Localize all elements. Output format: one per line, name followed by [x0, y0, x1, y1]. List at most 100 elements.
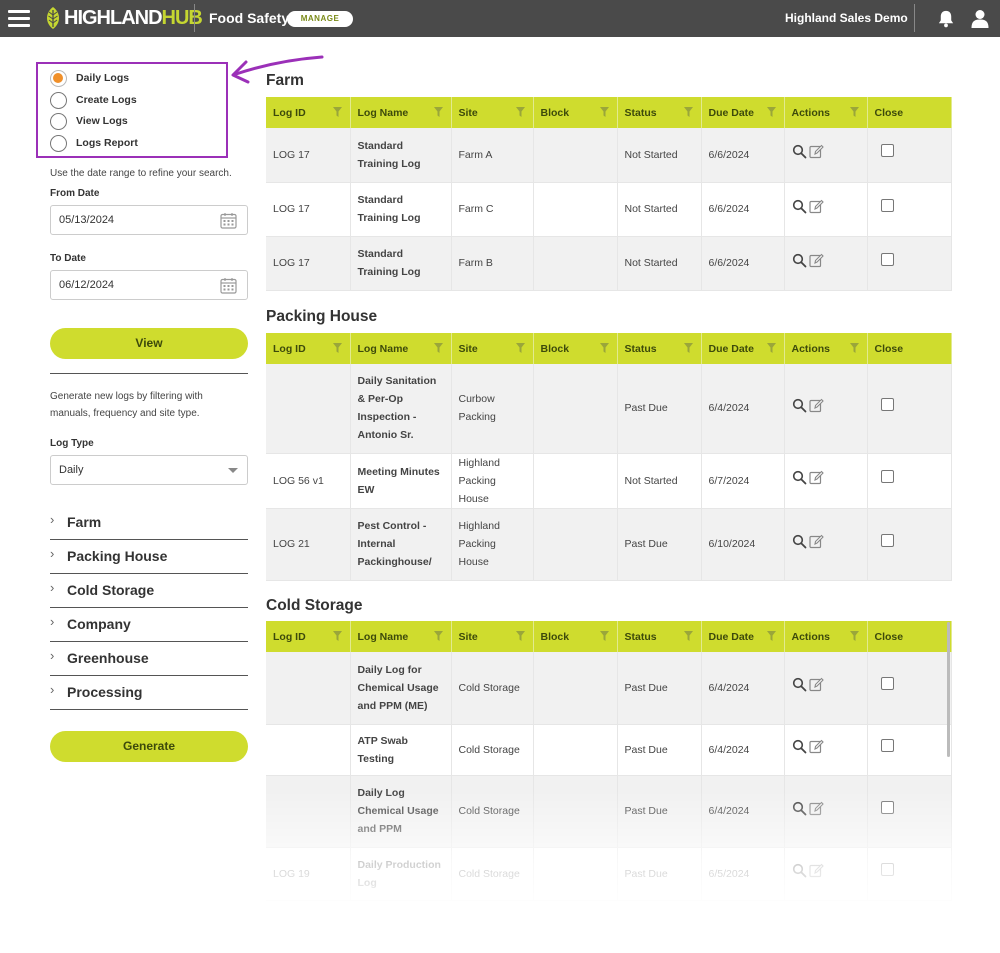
category-cold-storage[interactable]: › Cold Storage [50, 574, 248, 608]
column-header[interactable]: Close [867, 333, 952, 364]
search-icon[interactable] [792, 801, 807, 816]
bell-icon[interactable] [936, 9, 956, 28]
column-header[interactable]: Site [451, 333, 534, 364]
column-header[interactable]: Log Name [350, 97, 452, 128]
from-date-field[interactable]: 05/13/2024 [50, 205, 248, 235]
radio-button[interactable] [50, 134, 67, 152]
filter-icon[interactable] [683, 107, 693, 117]
filter-icon[interactable] [683, 631, 693, 641]
column-header[interactable]: Site [451, 97, 534, 128]
filter-icon[interactable] [515, 107, 525, 117]
column-header[interactable]: Site [451, 621, 534, 652]
filter-icon[interactable] [515, 343, 525, 353]
account-name[interactable]: Highland Sales Demo [785, 11, 908, 25]
close-checkbox[interactable] [880, 739, 894, 753]
search-icon[interactable] [792, 144, 807, 159]
radio-daily-logs[interactable]: Daily Logs [50, 69, 129, 87]
filter-icon[interactable] [433, 107, 443, 117]
search-icon[interactable] [792, 470, 807, 485]
column-header[interactable]: Status [617, 621, 702, 652]
log-name-link[interactable]: Daily Log Chemical Usage and PPM [350, 775, 452, 848]
log-name-link[interactable]: Meeting Minutes EW [350, 453, 452, 509]
column-header[interactable]: Actions [784, 333, 868, 364]
filter-icon[interactable] [683, 343, 693, 353]
calendar-icon[interactable] [220, 277, 237, 294]
view-button[interactable]: View [50, 328, 248, 359]
column-header[interactable]: Close [867, 97, 952, 128]
filter-icon[interactable] [332, 343, 342, 353]
table-scrollbar[interactable] [947, 622, 950, 757]
filter-icon[interactable] [599, 631, 609, 641]
column-header[interactable]: Log ID [266, 97, 351, 128]
filter-icon[interactable] [332, 107, 342, 117]
filter-icon[interactable] [332, 631, 342, 641]
column-header[interactable]: Block [533, 621, 618, 652]
filter-icon[interactable] [599, 343, 609, 353]
column-header[interactable]: Close [867, 621, 952, 652]
column-header[interactable]: Log Name [350, 621, 452, 652]
radio-view-logs[interactable]: View Logs [50, 112, 128, 130]
calendar-icon[interactable] [220, 212, 237, 229]
log-name-link[interactable]: Pest Control - Internal Packinghouse/ [350, 508, 452, 581]
edit-icon[interactable] [808, 398, 824, 413]
log-name-link[interactable]: Standard Training Log [350, 182, 452, 237]
edit-icon[interactable] [808, 677, 824, 692]
column-header[interactable]: Log Name [350, 333, 452, 364]
highlandhub-logo[interactable]: HIGHLANDHUB [43, 6, 203, 30]
edit-icon[interactable] [808, 863, 824, 878]
filter-icon[interactable] [515, 631, 525, 641]
close-checkbox[interactable] [880, 252, 894, 266]
search-icon[interactable] [792, 863, 807, 878]
radio-button[interactable] [50, 112, 67, 130]
column-header[interactable]: Due Date [701, 333, 785, 364]
log-name-link[interactable]: Standard Training Log [350, 236, 452, 291]
edit-icon[interactable] [808, 470, 824, 485]
filter-icon[interactable] [766, 343, 776, 353]
filter-icon[interactable] [599, 107, 609, 117]
radio-logs-report[interactable]: Logs Report [50, 134, 138, 152]
filter-icon[interactable] [433, 343, 443, 353]
close-checkbox[interactable] [880, 144, 894, 158]
close-checkbox[interactable] [880, 800, 894, 814]
close-checkbox[interactable] [880, 470, 894, 484]
column-header[interactable]: Due Date [701, 621, 785, 652]
generate-button[interactable]: Generate [50, 731, 248, 762]
search-icon[interactable] [792, 739, 807, 754]
filter-icon[interactable] [433, 631, 443, 641]
close-checkbox[interactable] [880, 533, 894, 547]
hamburger-menu-icon[interactable] [8, 10, 30, 27]
column-header[interactable]: Status [617, 97, 702, 128]
column-header[interactable]: Actions [784, 97, 868, 128]
edit-icon[interactable] [808, 739, 824, 754]
filter-icon[interactable] [849, 343, 859, 353]
filter-icon[interactable] [766, 107, 776, 117]
search-icon[interactable] [792, 199, 807, 214]
edit-icon[interactable] [808, 199, 824, 214]
edit-icon[interactable] [808, 801, 824, 816]
filter-icon[interactable] [849, 107, 859, 117]
radio-create-logs[interactable]: Create Logs [50, 91, 137, 109]
close-checkbox[interactable] [880, 198, 894, 212]
filter-icon[interactable] [849, 631, 859, 641]
log-name-link[interactable]: Daily Production Log [350, 847, 452, 901]
category-farm[interactable]: › Farm [50, 506, 248, 540]
column-header[interactable]: Block [533, 97, 618, 128]
log-name-link[interactable]: Standard Training Log [350, 128, 452, 183]
filter-icon[interactable] [766, 631, 776, 641]
edit-icon[interactable] [808, 144, 824, 159]
log-name-link[interactable]: Daily Sanitation & Per-Op Inspection - A… [350, 364, 452, 454]
close-checkbox[interactable] [880, 397, 894, 411]
column-header[interactable]: Status [617, 333, 702, 364]
category-greenhouse[interactable]: › Greenhouse [50, 642, 248, 676]
edit-icon[interactable] [808, 253, 824, 268]
search-icon[interactable] [792, 677, 807, 692]
edit-icon[interactable] [808, 534, 824, 549]
manage-button[interactable]: MANAGE [287, 11, 353, 27]
column-header[interactable]: Log ID [266, 621, 351, 652]
search-icon[interactable] [792, 253, 807, 268]
column-header[interactable]: Due Date [701, 97, 785, 128]
search-icon[interactable] [792, 398, 807, 413]
log-name-link[interactable]: Daily Log for Chemical Usage and PPM (ME… [350, 652, 452, 725]
close-checkbox[interactable] [880, 677, 894, 691]
category-packing-house[interactable]: › Packing House [50, 540, 248, 574]
